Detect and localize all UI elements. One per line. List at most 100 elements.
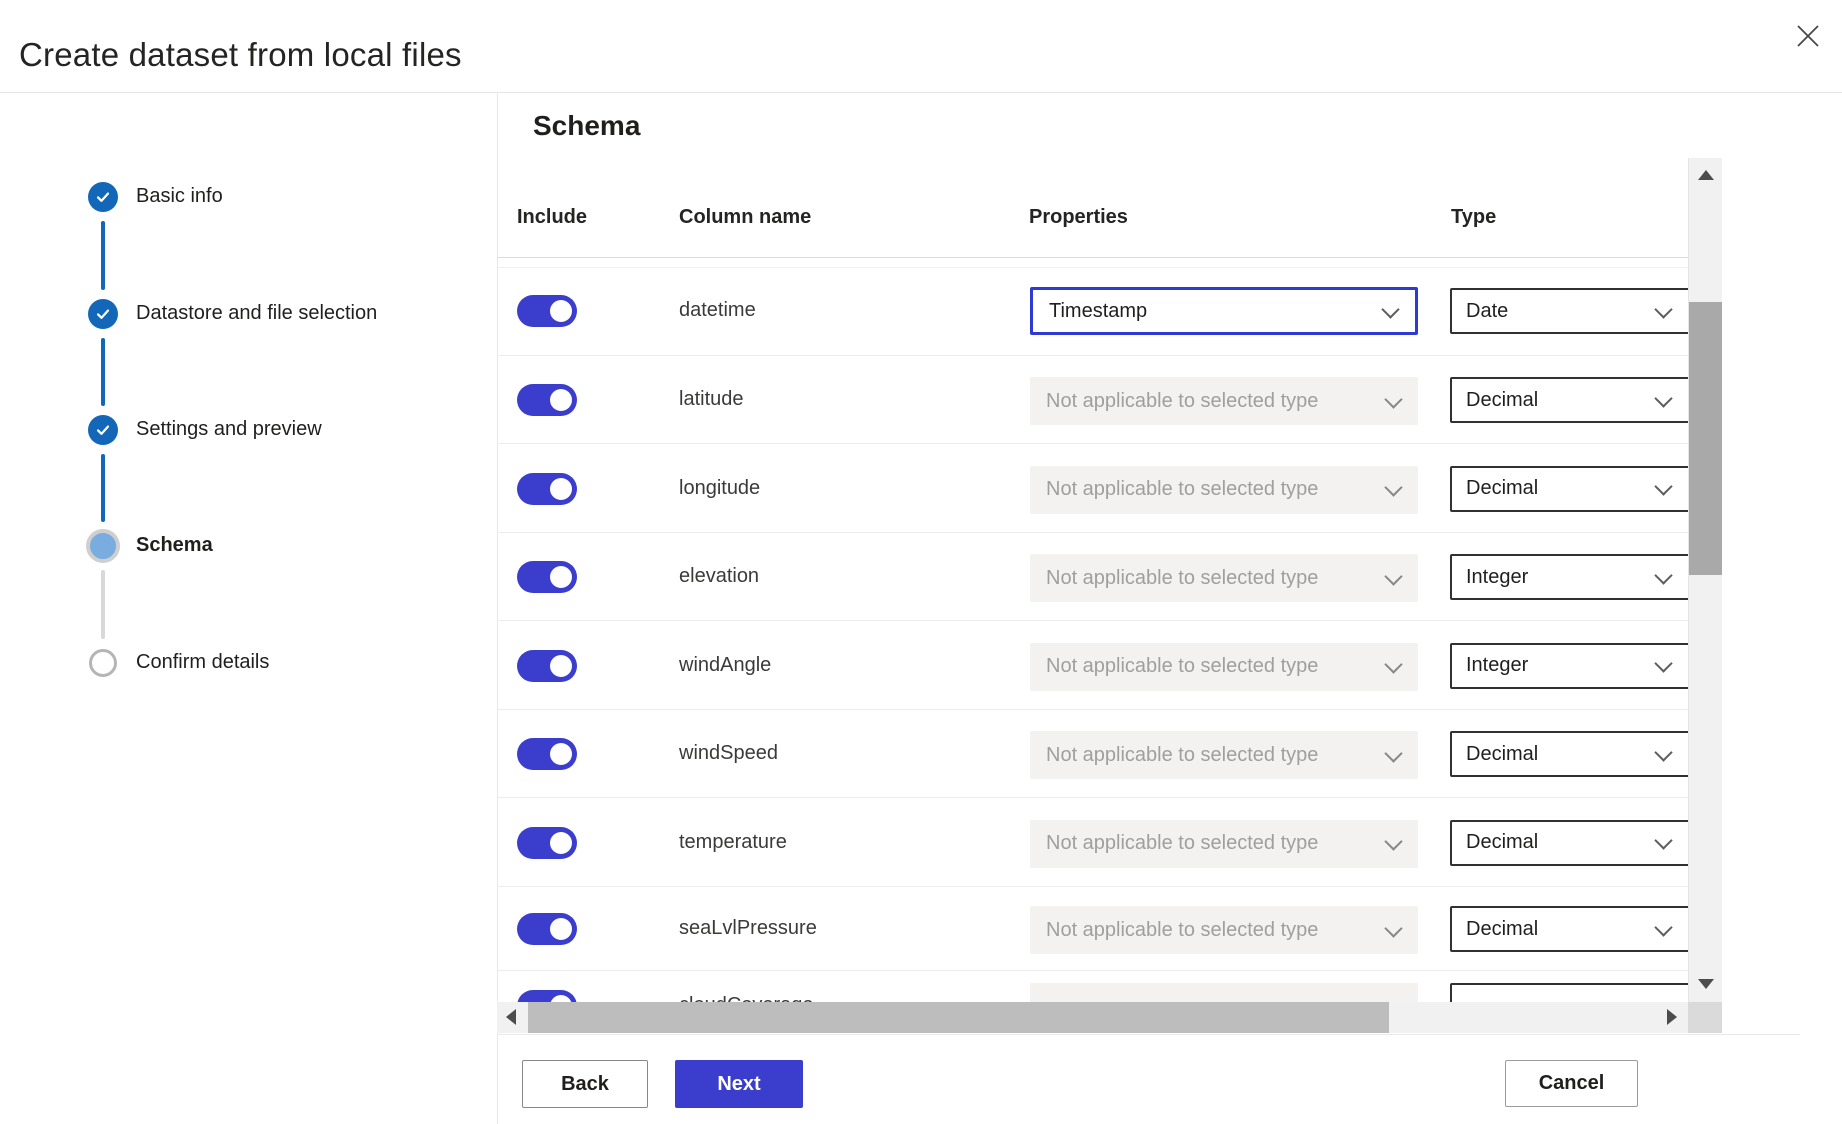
horizontal-scrollbar[interactable] <box>497 1002 1689 1033</box>
scroll-right-icon[interactable] <box>1667 1009 1677 1025</box>
table-row: temperature Not applicable to selected ty… <box>497 797 1688 886</box>
table-row: windSpeed Not applicable to selected type… <box>497 709 1688 797</box>
column-name-cell: seaLvlPressure <box>679 917 817 940</box>
step-connector-line <box>101 338 105 406</box>
empty-step-circle-icon <box>89 649 117 677</box>
step-connector-line <box>101 570 105 639</box>
column-header-type: Type <box>1451 206 1496 229</box>
properties-dropdown[interactable]: Timestamp <box>1030 287 1418 335</box>
scroll-up-icon[interactable] <box>1698 170 1714 180</box>
type-dropdown[interactable]: Integer <box>1450 554 1700 600</box>
page-title: Schema <box>533 110 640 142</box>
scroll-left-icon[interactable] <box>506 1009 516 1025</box>
check-icon <box>88 182 118 212</box>
check-icon <box>88 415 118 445</box>
type-dropdown[interactable]: Decimal <box>1450 731 1700 777</box>
step-connector-line <box>101 221 105 290</box>
type-value: Integer <box>1466 654 1528 677</box>
content-bottom-border <box>497 1034 1800 1035</box>
type-value: Decimal <box>1466 831 1538 854</box>
column-header-include: Include <box>517 206 587 229</box>
step-connector-line <box>101 454 105 522</box>
chevron-down-icon <box>1654 566 1672 584</box>
chevron-down-icon <box>1654 477 1672 495</box>
column-name-cell: latitude <box>679 388 744 411</box>
toggle-knob <box>550 389 572 411</box>
properties-dropdown: Not applicable to selected type <box>1030 731 1418 779</box>
include-toggle[interactable] <box>517 473 577 505</box>
column-header-properties: Properties <box>1029 206 1128 229</box>
type-dropdown[interactable]: Decimal <box>1450 820 1700 866</box>
chevron-down-icon <box>1384 919 1402 937</box>
cancel-button[interactable]: Cancel <box>1505 1060 1638 1107</box>
table-row: datetime Timestamp Date <box>497 267 1688 355</box>
table-row: latitude Not applicable to selected type D… <box>497 355 1688 443</box>
column-name-cell: temperature <box>679 831 787 854</box>
properties-dropdown: Not applicable to selected type <box>1030 906 1418 954</box>
column-name-cell: longitude <box>679 477 760 500</box>
next-button[interactable]: Next <box>675 1060 803 1108</box>
chevron-down-icon <box>1384 655 1402 673</box>
check-icon <box>88 299 118 329</box>
properties-value: Not applicable to selected type <box>1046 744 1318 767</box>
properties-value: Not applicable to selected type <box>1046 478 1318 501</box>
back-button[interactable]: Back <box>522 1060 648 1108</box>
chevron-down-icon <box>1654 300 1672 318</box>
toggle-knob <box>550 832 572 854</box>
table-row: elevationNot applicable to selected type… <box>497 532 1688 620</box>
properties-dropdown: Not applicable to selected type <box>1030 820 1418 868</box>
type-dropdown[interactable]: Decimal <box>1450 377 1700 423</box>
type-value: Date <box>1466 300 1508 323</box>
x-icon <box>1796 24 1820 48</box>
properties-value: Not applicable to selected type <box>1046 567 1318 590</box>
type-value: Integer <box>1466 566 1528 589</box>
current-step-dot-icon <box>86 529 120 563</box>
dialog-title: Create dataset from local files <box>19 36 462 74</box>
step-label: Datastore and file selection <box>136 302 377 325</box>
properties-value: Not applicable to selected type <box>1046 390 1318 413</box>
chevron-down-icon <box>1381 300 1399 318</box>
chevron-down-icon <box>1654 918 1672 936</box>
type-dropdown[interactable]: Decimal <box>1450 466 1700 512</box>
properties-dropdown: Not applicable to selected type <box>1030 554 1418 602</box>
step-label: Confirm details <box>136 651 269 674</box>
column-header-column-name: Column name <box>679 206 811 229</box>
toggle-knob <box>550 743 572 765</box>
type-dropdown[interactable]: Date <box>1450 288 1700 334</box>
include-toggle[interactable] <box>517 561 577 593</box>
column-name-cell: windSpeed <box>679 742 778 765</box>
type-value: Decimal <box>1466 918 1538 941</box>
type-dropdown[interactable]: Integer <box>1450 643 1700 689</box>
include-toggle[interactable] <box>517 827 577 859</box>
chevron-down-icon <box>1384 832 1402 850</box>
column-name-cell: windAngle <box>679 654 771 677</box>
chevron-down-icon <box>1654 743 1672 761</box>
toggle-knob <box>550 566 572 588</box>
vertical-scrollbar[interactable] <box>1688 158 1722 1002</box>
chevron-down-icon <box>1384 478 1402 496</box>
table-row: longitude Not applicable to selected type… <box>497 443 1688 532</box>
toggle-knob <box>550 918 572 940</box>
horizontal-scrollbar-thumb[interactable] <box>528 1002 1389 1033</box>
chevron-down-icon <box>1384 744 1402 762</box>
type-dropdown[interactable]: Decimal <box>1450 906 1700 952</box>
include-toggle[interactable] <box>517 384 577 416</box>
include-toggle[interactable] <box>517 295 577 327</box>
scroll-down-icon[interactable] <box>1698 979 1714 989</box>
type-value: Decimal <box>1466 389 1538 412</box>
include-toggle[interactable] <box>517 650 577 682</box>
include-toggle[interactable] <box>517 738 577 770</box>
header-underline <box>497 257 1688 258</box>
toggle-knob <box>550 300 572 322</box>
properties-value: Not applicable to selected type <box>1046 832 1318 855</box>
properties-dropdown: Not applicable to selected type <box>1030 377 1418 425</box>
toggle-knob <box>550 478 572 500</box>
chevron-down-icon <box>1384 567 1402 585</box>
properties-value: Not applicable to selected type <box>1046 919 1318 942</box>
close-button[interactable] <box>1790 20 1826 54</box>
step-label: Basic info <box>136 185 223 208</box>
type-value: Decimal <box>1466 743 1538 766</box>
vertical-scrollbar-thumb[interactable] <box>1689 302 1722 575</box>
column-name-cell: datetime <box>679 299 756 322</box>
include-toggle[interactable] <box>517 913 577 945</box>
